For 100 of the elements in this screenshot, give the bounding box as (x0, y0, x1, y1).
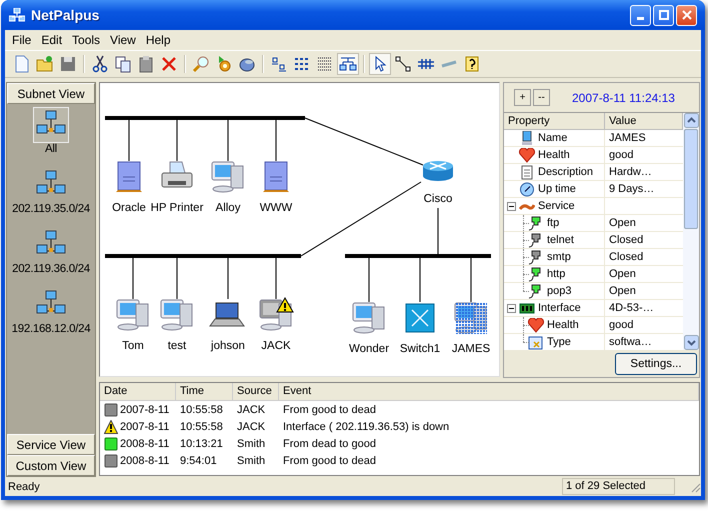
tree-toggle-button[interactable]: -- (533, 89, 550, 106)
property-name: telnet (547, 234, 574, 246)
clock-icon (519, 182, 535, 196)
menu-item[interactable]: Edit (36, 33, 68, 47)
property-name: pop3 (547, 285, 572, 297)
log-event: From good to dead (282, 404, 376, 416)
column-header[interactable]: Date (100, 383, 176, 400)
property-name: smtp (547, 251, 571, 263)
property-name: Service (538, 200, 575, 212)
subnet-label[interactable]: 202.119.36.0/24 (12, 263, 90, 275)
scissors-icon (91, 55, 109, 73)
scroll-thumb[interactable] (684, 129, 698, 229)
clipboard-icon (137, 55, 155, 73)
toolbar-button[interactable] (337, 53, 359, 75)
subnet-label[interactable]: All (45, 143, 57, 155)
list-icon (293, 55, 311, 73)
property-name: Health (547, 319, 579, 331)
log-source: JACK (236, 404, 266, 416)
connection-line (176, 258, 178, 300)
node-label: test (168, 340, 186, 352)
network-icon[interactable] (33, 107, 69, 143)
property-name: ftp (547, 217, 560, 229)
folder-icon (36, 55, 54, 73)
node-label: Oracle (112, 202, 146, 214)
column-header[interactable]: Event (279, 383, 699, 400)
property-value: Open (609, 285, 636, 297)
node-label: Tom (122, 340, 144, 352)
menu-item[interactable]: File (7, 33, 36, 47)
stopped-status-icon (104, 402, 118, 416)
log-time: 10:55:58 (179, 404, 224, 416)
property-value: 9 Days… (609, 183, 654, 195)
property-name: Name (538, 132, 568, 144)
magnifier-icon (192, 55, 210, 73)
log-source: Smith (236, 438, 266, 450)
connector-icon (394, 55, 412, 73)
property-value: softwa… (609, 336, 652, 348)
scroll-down-icon[interactable] (684, 335, 698, 350)
property-name: http (547, 268, 566, 280)
log-source: Smith (236, 454, 266, 466)
copy-icon (114, 55, 132, 73)
collapse-icon[interactable] (507, 202, 516, 210)
column-header[interactable]: Time (176, 383, 233, 400)
collapse-icon[interactable] (507, 304, 516, 312)
help-icon (463, 55, 481, 73)
property-value: good (609, 149, 634, 161)
maximize-button[interactable] (653, 4, 674, 26)
log-time: 9:54:01 (179, 454, 218, 466)
connection-line (132, 258, 134, 300)
node-label: HP Printer (150, 202, 204, 214)
connection-line (128, 120, 130, 162)
log-date: 2007-8-11 (120, 404, 170, 416)
stopped-status-icon (104, 454, 118, 468)
close-button[interactable] (676, 4, 697, 26)
property-value: Open (609, 217, 636, 229)
resize-grip-icon[interactable] (689, 480, 701, 492)
subnet-label[interactable]: 202.119.35.0/24 (12, 203, 90, 215)
log-source: JACK (236, 420, 266, 432)
window-title: NetPalpus (31, 7, 100, 23)
minimize-button[interactable] (630, 4, 651, 26)
document-icon (519, 164, 535, 180)
node-label: JAMES (452, 343, 490, 355)
log-event: From dead to good (282, 438, 376, 450)
log-date: 2008-8-11 (120, 438, 170, 450)
menu-item[interactable]: Help (140, 33, 176, 47)
subnet-view-button[interactable]: Subnet View (7, 83, 95, 104)
log-date: 2007-8-11 (120, 420, 170, 432)
toolbar-button[interactable] (369, 53, 391, 75)
scroll-up-icon[interactable] (684, 113, 698, 128)
column-header[interactable]: Source (233, 383, 279, 400)
connection-line (470, 258, 472, 302)
property-name: Type (547, 336, 571, 348)
view-button[interactable]: Service View (7, 434, 95, 455)
log-time: 10:13:21 (179, 438, 224, 450)
running-status-icon (104, 436, 118, 450)
log-time: 10:55:58 (179, 420, 224, 432)
property-name: Health (538, 149, 570, 161)
maximize-icon (658, 10, 668, 20)
network-card-icon (519, 300, 535, 316)
property-value: Open (609, 268, 636, 280)
log-event: From good to dead (282, 454, 376, 466)
view-button[interactable]: Custom View (7, 455, 95, 476)
tree-toggle-button[interactable]: + (514, 89, 531, 106)
property-value: good (609, 319, 634, 331)
node-label: Alloy (216, 202, 240, 214)
router-icon (423, 161, 453, 181)
property-value: Closed (609, 251, 644, 263)
property-value: Closed (609, 234, 644, 246)
column-header[interactable]: Property (504, 113, 605, 129)
subnet-label[interactable]: 192.168.12.0/24 (12, 323, 90, 335)
scrollbar[interactable] (683, 113, 699, 350)
menu-item[interactable]: Tools (67, 33, 106, 47)
menu-item[interactable]: View (105, 33, 141, 47)
selection-count: 1 of 29 Selected (562, 478, 675, 495)
node-label: Wonder (348, 343, 390, 355)
settings-button[interactable]: Settings... (615, 352, 697, 374)
heart-icon (528, 318, 544, 332)
property-name: Interface (538, 302, 581, 314)
property-name: Description (538, 166, 594, 178)
node-label: WWW (260, 202, 292, 214)
window-icon (528, 334, 544, 350)
